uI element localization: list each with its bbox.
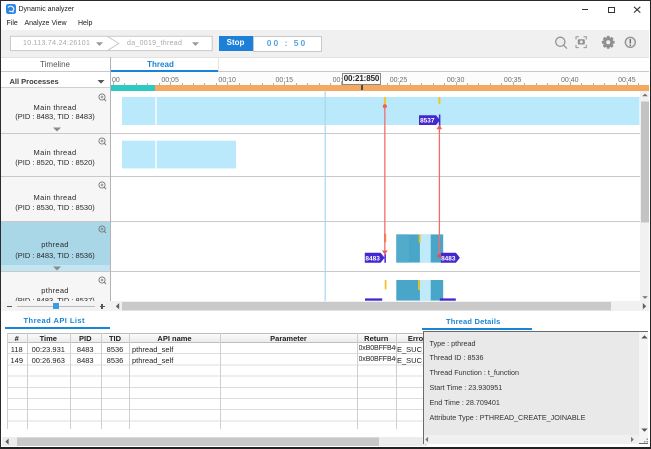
- svg-text:8483: 8483: [365, 255, 380, 262]
- svg-text:8537: 8537: [420, 118, 435, 125]
- svg-text:8483: 8483: [441, 255, 456, 262]
